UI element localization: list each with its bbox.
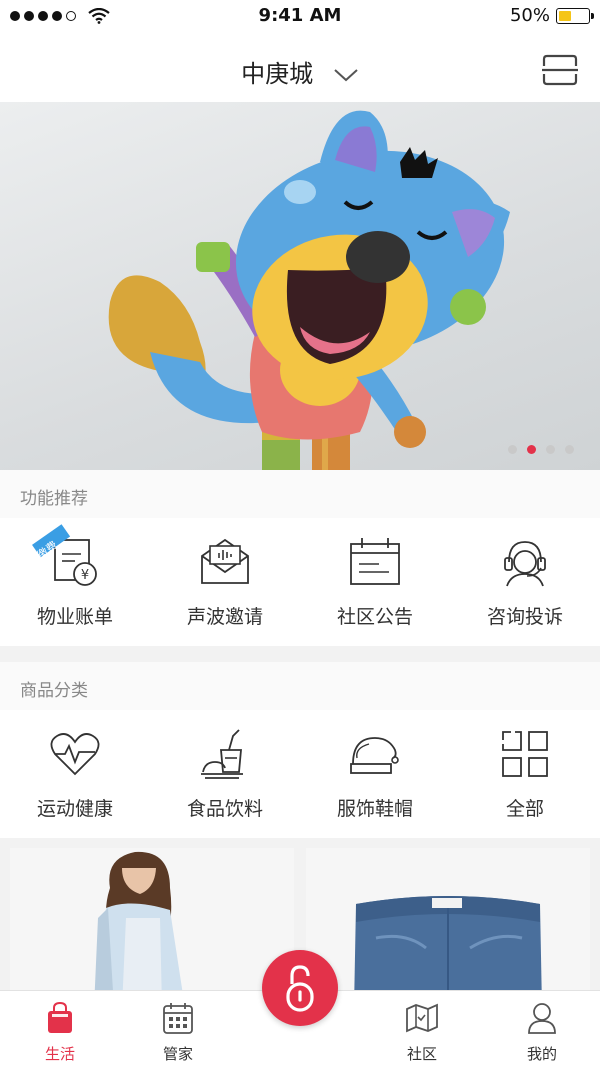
- community-name: 中庚城: [241, 60, 314, 88]
- feature-consult[interactable]: 咨询投诉: [450, 518, 600, 646]
- unlock-button[interactable]: [262, 950, 338, 1026]
- product-image-jeans: [306, 848, 590, 1008]
- drink-icon: [201, 729, 243, 779]
- scan-icon[interactable]: [542, 54, 578, 86]
- heartbeat-icon: [50, 733, 100, 776]
- tab-label: 社区: [406, 1045, 437, 1063]
- feature-bill[interactable]: ¥ 缴费 物业账单: [0, 518, 150, 646]
- banner-mascot-image: [108, 110, 510, 470]
- user-icon: [528, 1003, 556, 1034]
- category-label: 服饰鞋帽: [336, 798, 413, 820]
- map-icon: [406, 1003, 438, 1033]
- features-section: 功能推荐 ¥ 缴费 物业账单 声波邀请 社区公告 咨询投诉: [0, 470, 600, 646]
- shopping-bag-icon: [48, 1001, 72, 1033]
- feature-notice[interactable]: 社区公告: [300, 518, 450, 646]
- battery-percent: 50%: [509, 5, 550, 26]
- hat-icon: [350, 737, 399, 774]
- section-title: 功能推荐: [20, 489, 88, 509]
- customer-service-icon: [504, 541, 546, 587]
- category-label: 食品饮料: [186, 798, 263, 820]
- category-sports[interactable]: 运动健康: [0, 710, 150, 838]
- notice-board-icon: [350, 538, 400, 585]
- section-title: 商品分类: [20, 681, 88, 701]
- feature-label: 咨询投诉: [486, 606, 563, 628]
- top-nav-bar: 中庚城: [0, 32, 600, 102]
- svg-text:¥: ¥: [81, 568, 89, 583]
- battery-icon: [556, 7, 594, 24]
- banner-carousel[interactable]: [0, 102, 600, 470]
- feature-sound-invite[interactable]: 声波邀请: [150, 518, 300, 646]
- carousel-pager: [508, 445, 574, 454]
- community-selector[interactable]: 中庚城: [0, 54, 600, 89]
- calendar-icon: [163, 1003, 193, 1034]
- pager-dot[interactable]: [546, 445, 555, 454]
- feature-label: 声波邀请: [186, 606, 263, 628]
- tab-mine[interactable]: 我的: [482, 991, 600, 1068]
- feature-label: 物业账单: [36, 606, 113, 628]
- chevron-down-icon: [334, 69, 358, 82]
- status-bar: 9:41 AM 50%: [0, 0, 600, 32]
- unlock-icon: [286, 965, 314, 1012]
- category-food[interactable]: 食品饮料: [150, 710, 300, 838]
- bill-icon: ¥: [32, 524, 97, 586]
- pager-dot-active[interactable]: [527, 445, 536, 454]
- tab-life[interactable]: 生活: [0, 991, 120, 1068]
- grid-icon: [502, 731, 548, 777]
- category-all[interactable]: 全部: [450, 710, 600, 838]
- tab-butler[interactable]: 管家: [118, 991, 238, 1068]
- tab-label: 生活: [44, 1045, 75, 1063]
- product-card[interactable]: [10, 848, 294, 1008]
- categories-section: 商品分类 运动健康 食品饮料 服饰鞋帽 全部: [0, 662, 600, 838]
- category-label: 运动健康: [36, 798, 113, 820]
- category-label: 全部: [505, 798, 544, 820]
- product-image-woman: [10, 848, 294, 1008]
- pager-dot[interactable]: [565, 445, 574, 454]
- tab-community[interactable]: 社区: [362, 991, 482, 1068]
- feature-label: 社区公告: [336, 606, 413, 628]
- pager-dot[interactable]: [508, 445, 517, 454]
- category-apparel[interactable]: 服饰鞋帽: [300, 710, 450, 838]
- product-card[interactable]: [306, 848, 590, 1008]
- sound-invite-icon: [201, 538, 249, 584]
- tab-label: 管家: [162, 1045, 193, 1063]
- tab-label: 我的: [526, 1045, 557, 1063]
